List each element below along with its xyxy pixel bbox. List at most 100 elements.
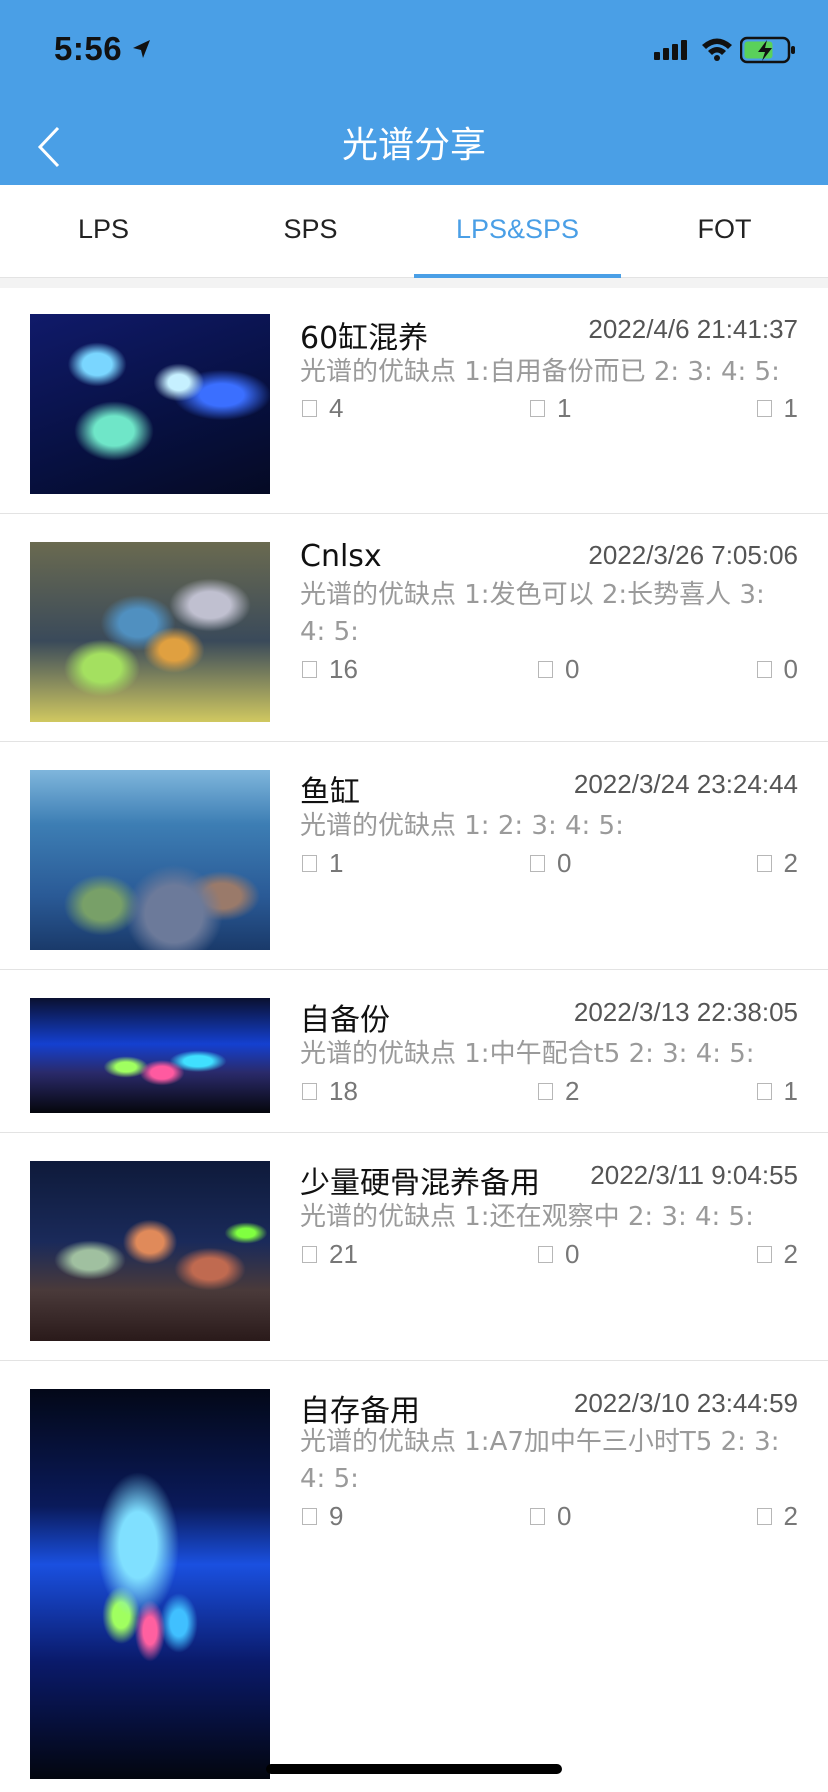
post-description: 光谱的优缺点 1: 2: 3: 4: 5: — [300, 811, 624, 841]
eye-icon — [302, 1246, 317, 1263]
like-icon — [756, 1246, 772, 1263]
like-icon — [756, 855, 772, 872]
stat-views-count: 18 — [329, 1076, 358, 1106]
post-stats: 4 1 1 — [300, 393, 798, 429]
post-stats: 18 2 1 — [300, 1076, 798, 1112]
list-item[interactable]: 少量硬骨混养备用 2022/3/11 9:04:55 光谱的优缺点 1:还在观察… — [0, 1133, 828, 1361]
stat-views: 18 — [302, 1076, 358, 1107]
post-stats: 21 0 2 — [300, 1239, 798, 1275]
tab-bar: LPS SPS LPS&SPS FOT — [0, 185, 828, 278]
stat-likes: 2 — [756, 1239, 798, 1270]
post-thumbnail — [30, 770, 270, 950]
stat-comments: 0 — [530, 1501, 571, 1532]
stat-likes: 2 — [756, 1501, 798, 1532]
stat-likes-count: 2 — [783, 1239, 798, 1269]
comment-icon — [538, 1246, 553, 1263]
stat-comments: 1 — [530, 393, 571, 424]
post-thumbnail — [30, 314, 270, 494]
post-list: 60缸混养 2022/4/6 21:41:37 光谱的优缺点 1:自用备份而已 … — [0, 288, 828, 1779]
tab-fot[interactable]: FOT — [621, 185, 828, 277]
stat-comments: 2 — [538, 1076, 579, 1107]
stat-views-count: 16 — [329, 654, 358, 684]
post-stats: 1 0 2 — [300, 848, 798, 884]
status-time: 5:56 — [54, 30, 123, 67]
post-description: 光谱的优缺点 1:发色可以 2:长势喜人 3: 4: 5: — [300, 580, 765, 647]
comment-icon — [530, 855, 545, 872]
stat-comments-count: 0 — [557, 1501, 572, 1531]
stat-views: 16 — [302, 654, 358, 685]
battery-charging-icon — [740, 36, 795, 64]
post-title: 鱼缸 — [300, 775, 360, 810]
tab-sps[interactable]: SPS — [207, 185, 414, 277]
stat-views-count: 21 — [329, 1239, 358, 1269]
post-title: 60缸混养 — [300, 321, 429, 356]
post-title: Cnlsx — [300, 539, 382, 574]
stat-views: 21 — [302, 1239, 358, 1270]
stat-comments: 0 — [538, 1239, 579, 1270]
location-arrow-icon — [133, 40, 150, 58]
tab-lps-sps[interactable]: LPS&SPS — [414, 185, 621, 278]
stat-likes-count: 2 — [783, 848, 798, 878]
post-stats: 9 0 2 — [300, 1501, 798, 1537]
comment-icon — [538, 661, 553, 678]
stat-views-count: 1 — [329, 848, 344, 878]
list-item[interactable]: Cnlsx 2022/3/26 7:05:06 光谱的优缺点 1:发色可以 2:… — [0, 514, 828, 742]
page-title: 光谱分享 — [341, 125, 486, 166]
eye-icon — [302, 400, 317, 417]
stat-likes: 1 — [756, 393, 798, 424]
post-date: 2022/3/26 7:05:06 — [588, 540, 798, 570]
post-title: 自备份 — [300, 1003, 390, 1038]
post-date: 2022/3/10 23:44:59 — [573, 1388, 798, 1418]
post-description: 光谱的优缺点 1:自用备份而已 2: 3: 4: 5: — [300, 357, 780, 387]
post-date: 2022/3/24 23:24:44 — [573, 769, 798, 799]
stat-comments-count: 0 — [565, 654, 580, 684]
stat-comments: 0 — [530, 848, 571, 879]
stat-likes-count: 0 — [783, 654, 798, 684]
stat-views: 4 — [302, 393, 343, 424]
stat-likes: 0 — [756, 654, 798, 685]
stat-likes-count: 1 — [783, 393, 798, 423]
comment-icon — [538, 1083, 553, 1100]
eye-icon — [302, 1508, 317, 1525]
status-bar: 5:56 — [0, 0, 828, 100]
like-icon — [756, 1508, 772, 1525]
list-item[interactable]: 60缸混养 2022/4/6 21:41:37 光谱的优缺点 1:自用备份而已 … — [0, 288, 828, 514]
post-description: 光谱的优缺点 1:A7加中午三小时T5 2: 3: 4: 5: — [300, 1427, 780, 1494]
stat-likes-count: 1 — [783, 1076, 798, 1106]
header: 5:56 光谱分享 — [0, 0, 828, 185]
stat-views: 9 — [302, 1501, 343, 1532]
divider — [0, 278, 828, 288]
comment-icon — [530, 400, 545, 417]
tab-lps[interactable]: LPS — [0, 185, 207, 277]
post-stats: 16 0 0 — [300, 654, 798, 690]
eye-icon — [302, 1083, 317, 1100]
post-thumbnail — [30, 1161, 270, 1341]
eye-icon — [302, 855, 317, 872]
post-thumbnail — [30, 1389, 270, 1779]
like-icon — [756, 400, 772, 417]
stat-views-count: 4 — [329, 393, 344, 423]
stat-comments-count: 0 — [557, 848, 572, 878]
stat-views-count: 9 — [329, 1501, 344, 1531]
list-item[interactable]: 自存备用 2022/3/10 23:44:59 光谱的优缺点 1:A7加中午三小… — [0, 1361, 828, 1779]
stat-comments-count: 2 — [565, 1076, 580, 1106]
wifi-icon — [702, 38, 732, 61]
home-indicator — [266, 1764, 562, 1774]
list-item[interactable]: 自备份 2022/3/13 22:38:05 光谱的优缺点 1:中午配合t5 2… — [0, 970, 828, 1133]
post-date: 2022/3/11 9:04:55 — [590, 1160, 798, 1190]
list-item[interactable]: 鱼缸 2022/3/24 23:24:44 光谱的优缺点 1: 2: 3: 4:… — [0, 742, 828, 970]
post-description: 光谱的优缺点 1:还在观察中 2: 3: 4: 5: — [300, 1202, 754, 1232]
stat-comments-count: 0 — [565, 1239, 580, 1269]
post-thumbnail — [30, 542, 270, 722]
cellular-signal-icon — [654, 40, 687, 60]
comment-icon — [530, 1508, 545, 1525]
like-icon — [756, 1083, 772, 1100]
stat-views: 1 — [302, 848, 343, 879]
stat-comments-count: 1 — [557, 393, 572, 423]
stat-likes: 2 — [756, 848, 798, 879]
stat-comments: 0 — [538, 654, 579, 685]
nav-bar: 光谱分享 — [0, 100, 828, 185]
post-date: 2022/4/6 21:41:37 — [588, 314, 798, 344]
post-thumbnail — [30, 998, 270, 1113]
post-title: 少量硬骨混养备用 — [300, 1166, 540, 1201]
